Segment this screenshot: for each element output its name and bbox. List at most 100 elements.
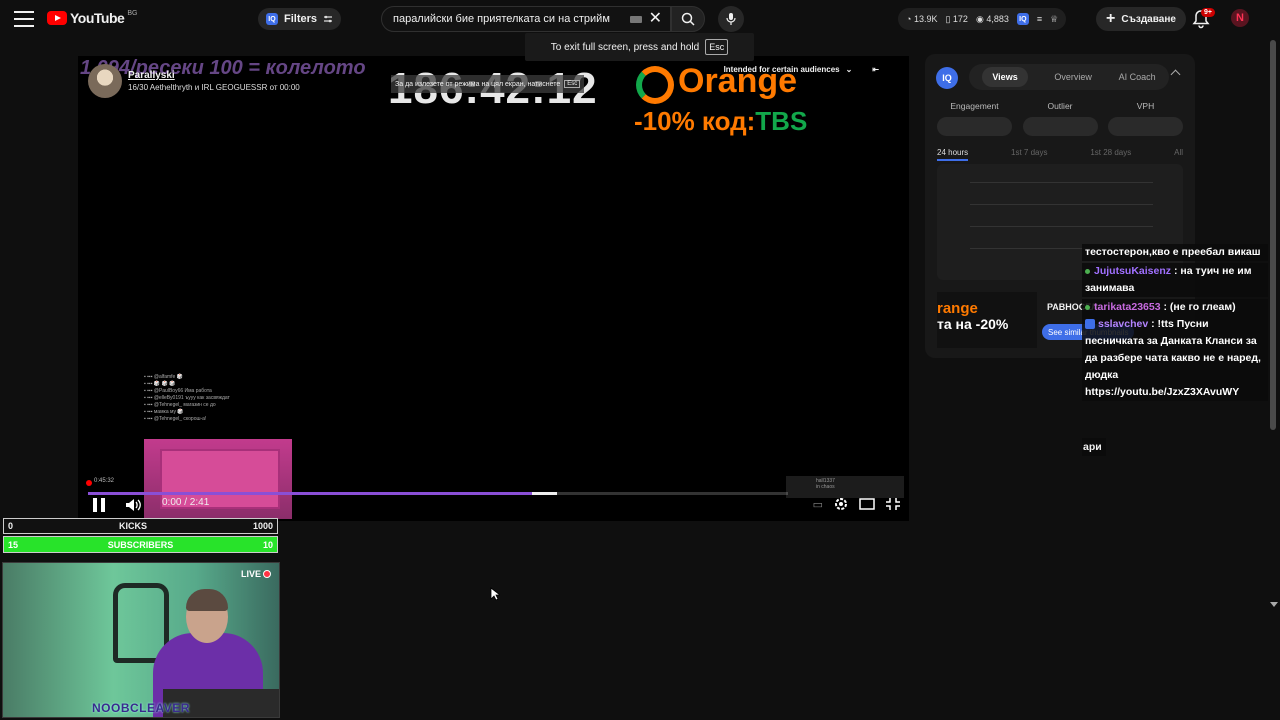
chat-fragment: ари xyxy=(1082,438,1106,456)
live-label: LIVE xyxy=(240,569,261,579)
metric-values xyxy=(937,117,1183,136)
video-player[interactable]: 1 094/ресеки 100 = колелото 186:42:12 Or… xyxy=(78,56,909,521)
search-button[interactable] xyxy=(671,6,705,32)
tab-views[interactable]: Views xyxy=(982,67,1028,87)
kicks-label: KICKS xyxy=(118,521,147,531)
captions-icon[interactable]: ▭ xyxy=(813,498,823,511)
create-button[interactable]: + Създаване xyxy=(1096,7,1186,31)
fullscreen-exit-toast: To exit full screen, press and hold Esc xyxy=(525,33,754,61)
theater-mode-icon[interactable] xyxy=(859,497,875,511)
subs-label: SUBSCRIBERS xyxy=(107,539,174,550)
progress-bar[interactable] xyxy=(88,492,788,495)
toast-esc-key: Esc xyxy=(705,39,729,55)
scroll-down-arrow-icon[interactable] xyxy=(1270,602,1278,607)
settings-gear-icon[interactable] xyxy=(833,496,849,512)
range-first-7-days[interactable]: 1st 7 days xyxy=(1011,148,1047,161)
kicks-left-value: 0 xyxy=(8,521,14,531)
search-query: паралийски бие приятелката си на стрийм xyxy=(393,13,610,25)
range-first-28-days[interactable]: 1st 28 days xyxy=(1090,148,1131,161)
kicks-right-value: 1000 xyxy=(252,521,273,531)
chat-badge-icon xyxy=(1085,319,1095,330)
range-24-hours[interactable]: 24 hours xyxy=(937,148,969,161)
keyboard-icon[interactable] xyxy=(630,16,642,23)
sliders-icon xyxy=(324,15,333,23)
metric-outlier: Outlier xyxy=(1047,101,1073,111)
metric-vph: VPH xyxy=(1136,101,1155,111)
chat-username: tarikata23653 xyxy=(1094,301,1161,313)
likes-count: 172 xyxy=(952,13,968,24)
channel-info[interactable]: Parallyski 16/30 Aethelthryth и IRL GEOG… xyxy=(88,64,300,98)
subs-left-value: 15 xyxy=(8,539,19,550)
youtube-play-icon xyxy=(47,11,67,25)
preview-thumbnail: hall1337 in chaos xyxy=(786,476,904,498)
channel-name[interactable]: Parallyski xyxy=(128,70,300,81)
progress-played xyxy=(531,492,557,495)
tab-overview[interactable]: Overview xyxy=(1054,72,1092,82)
chat-text: : (не го глеам) xyxy=(1160,301,1236,313)
collapse-panel-icon[interactable] xyxy=(1170,69,1181,80)
stats-bar[interactable]: ◔ 13.9K ▯ 172 ◉ 4,883 IQ ≡ ♕ xyxy=(898,8,1067,30)
record-icon xyxy=(263,570,271,578)
live-badge: LIVE xyxy=(241,569,271,579)
kicks-counter: 0 KICKS 1000 xyxy=(3,518,278,534)
audience-label: Intended for certain audiences xyxy=(723,65,840,74)
fullscreen-hint-text: За да излезете от режима на цял екран, н… xyxy=(395,80,561,88)
trophy-icon[interactable]: ♕ xyxy=(1050,14,1058,25)
toast-text: To exit full screen, press and hold xyxy=(550,41,700,53)
plus-icon: + xyxy=(1106,10,1116,27)
filters-button[interactable]: IQ Filters xyxy=(258,8,342,30)
audience-notice[interactable]: Intended for certain audiences ⌄ ⇤ xyxy=(724,65,879,74)
chat-text: : !tts Пусни песничката за Данката Кланс… xyxy=(1085,318,1261,398)
similar-thumbnail-text-1: range xyxy=(937,300,978,317)
collapse-icon[interactable]: ⇤ xyxy=(872,65,879,74)
exit-fullscreen-icon[interactable] xyxy=(885,497,901,511)
clear-search-icon[interactable]: ✕ xyxy=(649,11,662,27)
range-all[interactable]: All xyxy=(1174,148,1183,161)
iq-icon: IQ xyxy=(266,13,278,25)
volume-icon[interactable] xyxy=(124,496,142,514)
search-icon xyxy=(681,12,695,26)
filters-label: Filters xyxy=(284,13,318,25)
voice-search-button[interactable] xyxy=(718,6,744,32)
metric-engagement: Engagement xyxy=(950,101,999,111)
vph-value xyxy=(1108,117,1183,136)
similar-thumbnail[interactable]: range та на -20% xyxy=(937,292,1037,348)
sponsor-promo: -10% код:TBS xyxy=(634,106,807,137)
esc-key: Esc xyxy=(564,80,581,88)
views-count: 13.9K xyxy=(913,14,938,24)
video-title: 16/30 Aethelthryth и IRL GEOGUESSR от 00… xyxy=(128,83,300,92)
list-icon[interactable]: ≡ xyxy=(1037,14,1042,24)
microphone-icon xyxy=(726,13,736,25)
overlay-elapsed: 0:45:32 xyxy=(94,478,115,484)
watch-count: 4,883 xyxy=(986,13,1009,24)
outlier-value xyxy=(1022,117,1098,136)
live-dot xyxy=(86,480,92,486)
youtube-logo[interactable]: YouTube BG xyxy=(47,10,137,26)
metric-labels: Engagement Outlier VPH xyxy=(937,101,1183,111)
chat-badge-icon xyxy=(1085,268,1090,274)
channel-avatar[interactable] xyxy=(88,64,122,98)
player-controls-right: ▭ xyxy=(813,496,901,512)
page-scrollbar[interactable] xyxy=(1270,40,1276,430)
stream-overlay-chat: ▪ ▪▪▪ @alfamfe 🎲 ▪ ▪▪▪ 🎲 🎲 🎲 ▪ ▪▪▪ @PaulBo… xyxy=(144,374,230,422)
chat-message: JujutsuKaisenz : на туич не им занимава xyxy=(1082,263,1268,297)
brand-name: YouTube xyxy=(70,10,125,26)
stream-chat-overlay: тестостерон,кво е преебал викаш JujutsuK… xyxy=(1082,244,1268,401)
panel-tabs: Views Overview AI Coach xyxy=(969,64,1169,90)
fullscreen-hint: За да излезете от режима на цял екран, н… xyxy=(391,75,585,93)
chat-message: tarikata23653 : (не го глеам) xyxy=(1082,299,1268,316)
pause-icon[interactable] xyxy=(90,496,108,514)
iq-logo[interactable]: IQ xyxy=(936,67,958,89)
promo-text: -10% код: xyxy=(634,106,756,136)
streamer-name: NOOBCLEAVER xyxy=(92,701,190,715)
menu-icon[interactable] xyxy=(14,11,34,27)
iq-icon[interactable]: IQ xyxy=(1016,13,1029,25)
mouse-cursor-icon xyxy=(490,587,500,601)
search-input[interactable]: паралийски бие приятелката си на стрийм … xyxy=(381,6,671,32)
tab-ai-coach[interactable]: AI Coach xyxy=(1119,72,1156,82)
watch-stat: ◉ 4,883 xyxy=(975,13,1009,24)
subscribers-goal-bar: 15 SUBSCRIBERS 10 xyxy=(3,536,278,553)
account-avatar[interactable]: N xyxy=(1231,9,1249,27)
notification-count-badge: 9+ xyxy=(1201,8,1215,17)
country-code: BG xyxy=(127,9,138,17)
